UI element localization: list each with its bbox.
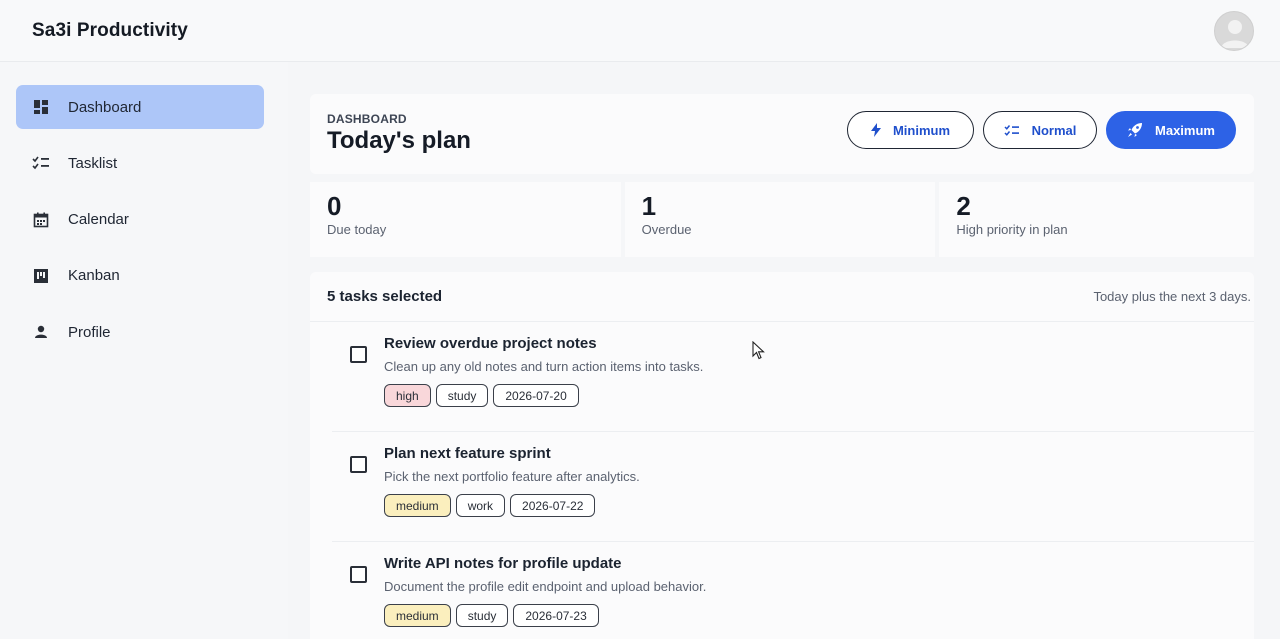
checklist-icon <box>1004 124 1019 136</box>
task-range-hint: Today plus the next 3 days. <box>1093 289 1251 304</box>
task-checkbox[interactable] <box>350 456 367 473</box>
task-title[interactable]: Plan next feature sprint <box>384 445 551 462</box>
stat-overdue: 1 Overdue <box>624 182 936 257</box>
sidebar-item-dashboard[interactable]: Dashboard <box>16 85 264 129</box>
stats-row: 0 Due today 1 Overdue 2 High priority in… <box>310 182 1254 257</box>
stat-label: Due today <box>327 222 387 237</box>
category-badge: study <box>435 384 489 407</box>
sidebar-item-label: Tasklist <box>68 154 118 172</box>
main-content: DASHBOARD Today's plan Minimum Normal Ma… <box>288 62 1280 639</box>
sidebar-item-label: Kanban <box>68 267 120 285</box>
task-description: Document the profile edit endpoint and u… <box>384 579 707 594</box>
list-item: Write API notes for profile update Docum… <box>332 542 1254 639</box>
tasks-selected-count: 5 tasks selected <box>327 288 443 305</box>
task-description: Pick the next portfolio feature after an… <box>384 469 640 484</box>
avatar[interactable] <box>1214 10 1254 51</box>
stat-due-today: 0 Due today <box>310 182 621 257</box>
list-item: Review overdue project notes Clean up an… <box>332 322 1254 432</box>
task-list-header: 5 tasks selected Today plus the next 3 d… <box>310 272 1254 322</box>
sidebar-item-label: Dashboard <box>68 98 142 116</box>
priority-badge: medium <box>384 494 451 517</box>
category-badge: study <box>455 604 509 627</box>
stat-value: 0 <box>327 191 342 221</box>
priority-badge: medium <box>384 604 451 627</box>
sidebar-item-calendar[interactable]: Calendar <box>16 198 264 242</box>
task-title[interactable]: Write API notes for profile update <box>384 555 622 572</box>
normal-mode-label: Normal <box>1031 122 1077 138</box>
task-tags: medium study 2026-07-23 <box>384 604 599 627</box>
stat-label: Overdue <box>641 222 692 237</box>
sidebar-item-kanban[interactable]: Kanban <box>16 254 264 298</box>
due-date-badge: 2026-07-23 <box>513 604 599 627</box>
section-eyebrow: DASHBOARD <box>327 112 407 126</box>
list-item: Plan next feature sprint Pick the next p… <box>332 432 1254 542</box>
page-title: Today's plan <box>327 127 471 154</box>
dashboard-icon <box>32 98 50 116</box>
stat-high-priority: 2 High priority in plan <box>939 182 1254 257</box>
user-avatar-icon <box>1221 19 1249 48</box>
minimum-mode-label: Minimum <box>892 122 951 138</box>
checklist-icon <box>32 154 50 172</box>
sidebar-item-tasklist[interactable]: Tasklist <box>16 141 264 185</box>
sidebar-item-label: Profile <box>68 323 111 341</box>
task-tags: high study 2026-07-20 <box>384 384 579 407</box>
priority-badge: high <box>384 384 431 407</box>
mouse-cursor-icon <box>752 341 765 360</box>
minimum-mode-button[interactable]: Minimum <box>847 111 974 149</box>
maximum-mode-button[interactable]: Maximum <box>1106 111 1236 149</box>
task-title[interactable]: Review overdue project notes <box>384 335 597 352</box>
stat-value: 1 <box>641 191 657 221</box>
stat-value: 2 <box>956 191 971 221</box>
app-title: Sa3i Productivity <box>32 19 188 41</box>
rocket-icon <box>1128 123 1143 137</box>
maximum-mode-label: Maximum <box>1155 122 1215 138</box>
task-list: 5 tasks selected Today plus the next 3 d… <box>310 272 1254 639</box>
top-bar: Sa3i Productivity <box>0 0 1280 62</box>
sidebar-item-profile[interactable]: Profile <box>16 310 264 354</box>
task-tags: medium work 2026-07-22 <box>384 494 596 517</box>
calendar-icon <box>32 211 50 229</box>
task-description: Clean up any old notes and turn action i… <box>384 359 704 374</box>
plan-mode-group: Minimum Normal Maximum <box>847 111 1236 149</box>
sidebar-item-label: Calendar <box>68 211 129 229</box>
normal-mode-button[interactable]: Normal <box>983 111 1097 149</box>
category-badge: work <box>455 494 506 517</box>
task-checkbox[interactable] <box>350 566 367 583</box>
due-date-badge: 2026-07-22 <box>510 494 596 517</box>
lightning-icon <box>870 123 881 137</box>
plan-header: DASHBOARD Today's plan Minimum Normal Ma… <box>310 94 1254 174</box>
person-icon <box>32 323 50 341</box>
kanban-icon <box>32 267 50 285</box>
task-checkbox[interactable] <box>350 346 367 363</box>
sidebar: Dashboard Tasklist Calendar Kanban Profi… <box>0 62 288 639</box>
stat-label: High priority in plan <box>956 222 1068 237</box>
due-date-badge: 2026-07-20 <box>493 384 579 407</box>
